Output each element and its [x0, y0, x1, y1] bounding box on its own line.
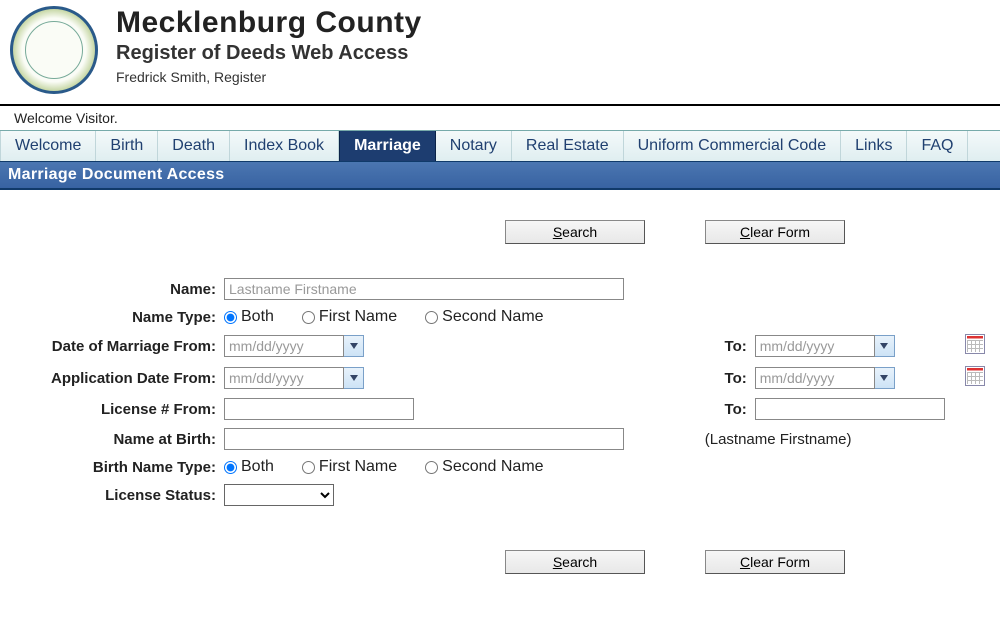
- tab-marriage[interactable]: Marriage: [339, 131, 436, 161]
- title-block: Mecklenburg County Register of Deeds Web…: [116, 6, 422, 85]
- name-type-group: Both First Name Second Name: [224, 308, 986, 326]
- dom-to-dropdown-icon[interactable]: [875, 335, 895, 357]
- tab-links[interactable]: Links: [841, 131, 907, 161]
- form-table: Name: Name Type: Both First Name Second …: [10, 274, 990, 510]
- app-to-dropdown-icon[interactable]: [875, 367, 895, 389]
- county-seal-icon: [10, 6, 98, 94]
- tab-welcome[interactable]: Welcome: [0, 131, 96, 161]
- search-button-bottom[interactable]: Search: [505, 550, 645, 574]
- lic-to-input[interactable]: [755, 398, 945, 420]
- app-from-label: Application Date From:: [10, 362, 220, 394]
- tab-faq[interactable]: FAQ: [907, 131, 968, 161]
- search-form: Search Clear Form Name: Name Type: Both …: [0, 190, 1000, 624]
- app-to-label: To:: [701, 362, 751, 394]
- tab-death[interactable]: Death: [158, 131, 230, 161]
- button-row-bottom: Search Clear Form: [360, 550, 990, 574]
- page-header: Mecklenburg County Register of Deeds Web…: [0, 0, 1000, 98]
- lic-status-label: License Status:: [10, 480, 220, 510]
- name-type-both[interactable]: Both: [224, 308, 274, 326]
- app-from-input[interactable]: [224, 367, 344, 389]
- clear-form-button[interactable]: Clear Form: [705, 220, 845, 244]
- dom-from-label: Date of Marriage From:: [10, 330, 220, 362]
- dom-from-input[interactable]: [224, 335, 344, 357]
- app-to-input[interactable]: [755, 367, 875, 389]
- lic-from-label: License # From:: [10, 394, 220, 424]
- lic-from-input[interactable]: [224, 398, 414, 420]
- clear-form-button-bottom[interactable]: Clear Form: [705, 550, 845, 574]
- birth-type-both[interactable]: Both: [224, 458, 274, 476]
- app-calendar-icon[interactable]: [965, 366, 985, 386]
- name-birth-hint: (Lastname Firstname): [701, 424, 990, 454]
- app-from-dropdown-icon[interactable]: [344, 367, 364, 389]
- dom-to-label: To:: [701, 330, 751, 362]
- dom-calendar-icon[interactable]: [965, 334, 985, 354]
- register-name: Fredrick Smith, Register: [116, 69, 422, 85]
- section-title: Marriage Document Access: [0, 162, 1000, 190]
- tab-index-book[interactable]: Index Book: [230, 131, 339, 161]
- tab-real-estate[interactable]: Real Estate: [512, 131, 624, 161]
- name-label: Name:: [10, 274, 220, 304]
- welcome-message: Welcome Visitor.: [0, 106, 1000, 130]
- name-birth-label: Name at Birth:: [10, 424, 220, 454]
- birth-type-label: Birth Name Type:: [10, 454, 220, 480]
- main-tabs: Welcome Birth Death Index Book Marriage …: [0, 130, 1000, 162]
- birth-type-first[interactable]: First Name: [302, 458, 397, 476]
- dom-to-input[interactable]: [755, 335, 875, 357]
- name-input[interactable]: [224, 278, 624, 300]
- lic-to-label: To:: [701, 394, 751, 424]
- name-type-label: Name Type:: [10, 304, 220, 330]
- county-title: Mecklenburg County: [116, 6, 422, 40]
- name-type-first[interactable]: First Name: [302, 308, 397, 326]
- page-subtitle: Register of Deeds Web Access: [116, 42, 422, 65]
- tab-birth[interactable]: Birth: [96, 131, 158, 161]
- tab-ucc[interactable]: Uniform Commercial Code: [624, 131, 842, 161]
- search-button[interactable]: Search: [505, 220, 645, 244]
- birth-type-second[interactable]: Second Name: [425, 458, 543, 476]
- dom-from-dropdown-icon[interactable]: [344, 335, 364, 357]
- name-type-second[interactable]: Second Name: [425, 308, 543, 326]
- birth-type-group: Both First Name Second Name: [224, 458, 986, 476]
- name-birth-input[interactable]: [224, 428, 624, 450]
- lic-status-select[interactable]: [224, 484, 334, 506]
- tab-notary[interactable]: Notary: [436, 131, 512, 161]
- button-row-top: Search Clear Form: [360, 220, 990, 244]
